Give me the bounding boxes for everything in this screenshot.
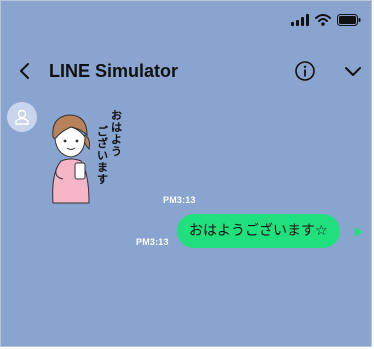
chat-title: LINE Simulator — [49, 61, 179, 81]
message-time: PM3:13 — [136, 237, 169, 247]
user-icon — [15, 109, 29, 125]
battery-icon — [337, 14, 361, 26]
bubble-tail — [355, 227, 363, 237]
chevron-left-icon — [20, 63, 29, 79]
chat-header: LINE Simulator — [1, 53, 371, 89]
chat-screen: LINE Simulator お は よ う ご ざ い ま す PM3:13 … — [0, 0, 372, 347]
info-button[interactable] — [293, 59, 317, 83]
signal-icon — [291, 14, 309, 26]
message-time: PM3:13 — [163, 195, 196, 205]
chevron-down-icon — [345, 67, 361, 76]
sticker-message[interactable]: お は よ う ご ざ い ま す — [45, 105, 135, 205]
svg-text:す: す — [97, 173, 108, 186]
status-bar — [291, 11, 361, 29]
info-icon — [295, 61, 315, 81]
menu-toggle-button[interactable] — [341, 59, 365, 83]
wifi-icon — [315, 14, 331, 26]
girl-phone-sticker: お は よ う ご ざ い ま す — [52, 109, 122, 204]
avatar[interactable] — [7, 102, 37, 132]
svg-text:う: う — [111, 145, 122, 158]
message-bubble-self[interactable]: おはようございます☆ — [177, 214, 340, 248]
svg-text:ご: ご — [97, 124, 109, 138]
svg-text:ざ: ざ — [97, 136, 108, 150]
back-button[interactable] — [13, 59, 37, 83]
